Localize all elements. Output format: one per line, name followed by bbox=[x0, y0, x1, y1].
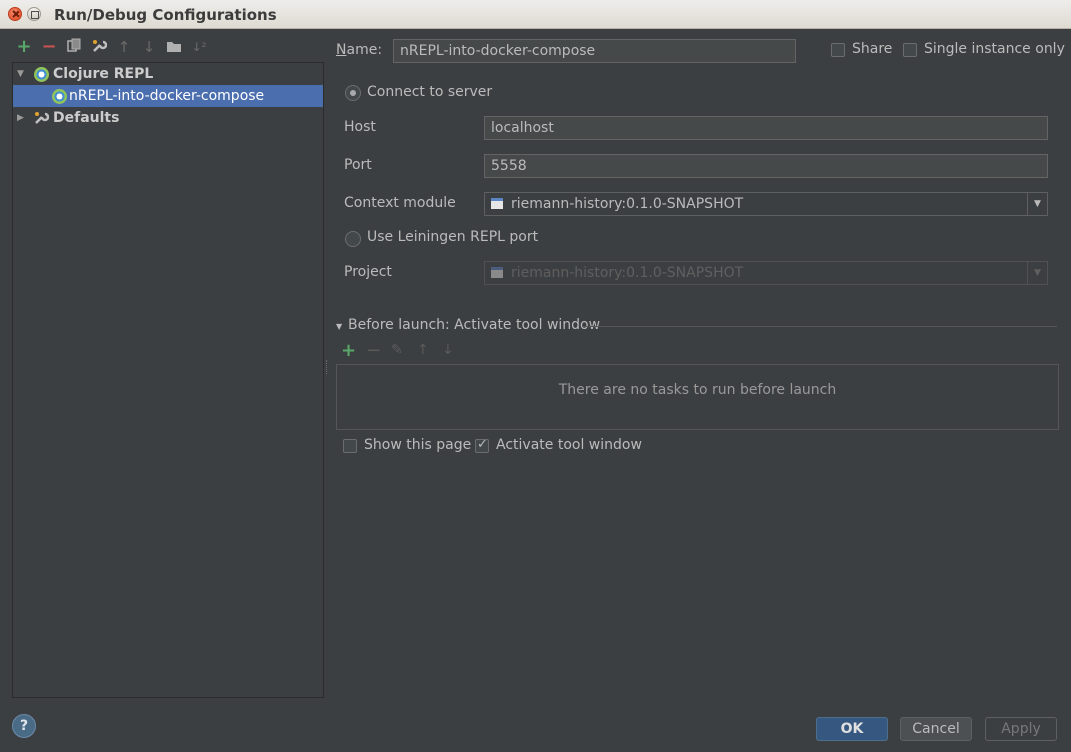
edit-task-icon[interactable]: ✎ bbox=[391, 342, 403, 358]
port-label: Port bbox=[344, 157, 372, 173]
collapse-arrow-icon[interactable]: ▶ bbox=[17, 107, 27, 129]
apply-button[interactable]: Apply bbox=[985, 717, 1057, 741]
module-icon bbox=[491, 267, 503, 278]
activate-tool-label: Activate tool window bbox=[496, 437, 642, 453]
config-tree[interactable]: ▼ Clojure REPL nREPL-into-docker-compose… bbox=[12, 62, 324, 698]
single-instance-checkbox[interactable] bbox=[903, 43, 917, 57]
host-field[interactable]: localhost bbox=[484, 116, 1048, 140]
splitter-handle[interactable] bbox=[326, 360, 328, 374]
lein-port-label: Use Leiningen REPL port bbox=[367, 229, 539, 245]
add-task-icon[interactable]: + bbox=[341, 340, 356, 361]
port-field[interactable]: 5558 bbox=[484, 154, 1048, 178]
show-page-label: Show this page bbox=[364, 437, 472, 453]
host-label: Host bbox=[344, 119, 376, 135]
tree-defaults-label: Defaults bbox=[53, 110, 120, 126]
help-button[interactable]: ? bbox=[12, 714, 36, 738]
ok-button[interactable]: OK bbox=[816, 717, 888, 741]
lein-port-radio[interactable] bbox=[345, 231, 361, 247]
window-close-button[interactable] bbox=[8, 7, 22, 21]
context-module-label: Context module bbox=[344, 195, 456, 211]
remove-icon[interactable]: − bbox=[40, 38, 58, 56]
before-launch-title[interactable]: Before launch: Activate tool window bbox=[348, 317, 600, 333]
clojure-repl-icon bbox=[52, 89, 67, 104]
sort-icon[interactable]: ↓² bbox=[190, 38, 208, 56]
single-instance-label: Single instance only bbox=[924, 41, 1065, 57]
project-value: riemann-history:0.1.0-SNAPSHOT bbox=[511, 265, 744, 281]
before-launch-separator bbox=[582, 326, 1057, 327]
project-label: Project bbox=[344, 264, 392, 280]
clojure-repl-icon bbox=[34, 67, 49, 82]
move-task-down-icon[interactable]: ↓ bbox=[442, 342, 454, 358]
module-icon bbox=[491, 198, 503, 209]
context-module-value: riemann-history:0.1.0-SNAPSHOT bbox=[511, 196, 744, 212]
before-launch-collapse-icon[interactable]: ▼ bbox=[336, 322, 342, 331]
context-module-select[interactable]: riemann-history:0.1.0-SNAPSHOT ▼ bbox=[484, 192, 1048, 216]
add-icon[interactable]: + bbox=[15, 38, 33, 56]
project-select: riemann-history:0.1.0-SNAPSHOT ▼ bbox=[484, 261, 1048, 285]
tasks-empty-text: There are no tasks to run before launch bbox=[558, 382, 837, 398]
cancel-button[interactable]: Cancel bbox=[900, 717, 972, 741]
chevron-down-icon: ▼ bbox=[1027, 262, 1047, 284]
connect-server-radio[interactable] bbox=[345, 85, 361, 101]
wrench-icon[interactable] bbox=[90, 38, 108, 56]
move-task-up-icon[interactable]: ↑ bbox=[417, 342, 429, 358]
title-bar: Run/Debug Configurations bbox=[0, 0, 1071, 29]
move-down-icon[interactable]: ↓ bbox=[140, 38, 158, 56]
tree-group-label: Clojure REPL bbox=[53, 66, 154, 82]
tree-item-nrepl-config[interactable]: nREPL-into-docker-compose bbox=[13, 85, 323, 107]
tree-group-defaults[interactable]: ▶ Defaults bbox=[13, 107, 323, 129]
share-checkbox[interactable] bbox=[831, 43, 845, 57]
copy-icon[interactable] bbox=[65, 38, 83, 56]
activate-tool-checkbox[interactable] bbox=[475, 437, 489, 453]
defaults-wrench-icon bbox=[33, 107, 50, 133]
name-label: Name: bbox=[336, 42, 383, 58]
name-field[interactable]: nREPL-into-docker-compose bbox=[393, 39, 796, 63]
window-title: Run/Debug Configurations bbox=[54, 6, 277, 24]
share-label: Share bbox=[852, 41, 893, 57]
expand-arrow-icon[interactable]: ▼ bbox=[17, 63, 27, 85]
show-page-checkbox[interactable] bbox=[343, 439, 357, 453]
tree-group-clojure-repl[interactable]: ▼ Clojure REPL bbox=[13, 63, 323, 85]
before-launch-task-list[interactable]: There are no tasks to run before launch bbox=[336, 364, 1059, 430]
connect-server-label: Connect to server bbox=[367, 84, 493, 100]
window-maximize-button[interactable] bbox=[27, 7, 41, 21]
remove-task-icon[interactable]: − bbox=[366, 340, 381, 361]
move-up-icon[interactable]: ↑ bbox=[115, 38, 133, 56]
chevron-down-icon[interactable]: ▼ bbox=[1027, 193, 1047, 215]
folder-icon[interactable] bbox=[165, 38, 183, 56]
tree-item-label: nREPL-into-docker-compose bbox=[69, 88, 265, 104]
